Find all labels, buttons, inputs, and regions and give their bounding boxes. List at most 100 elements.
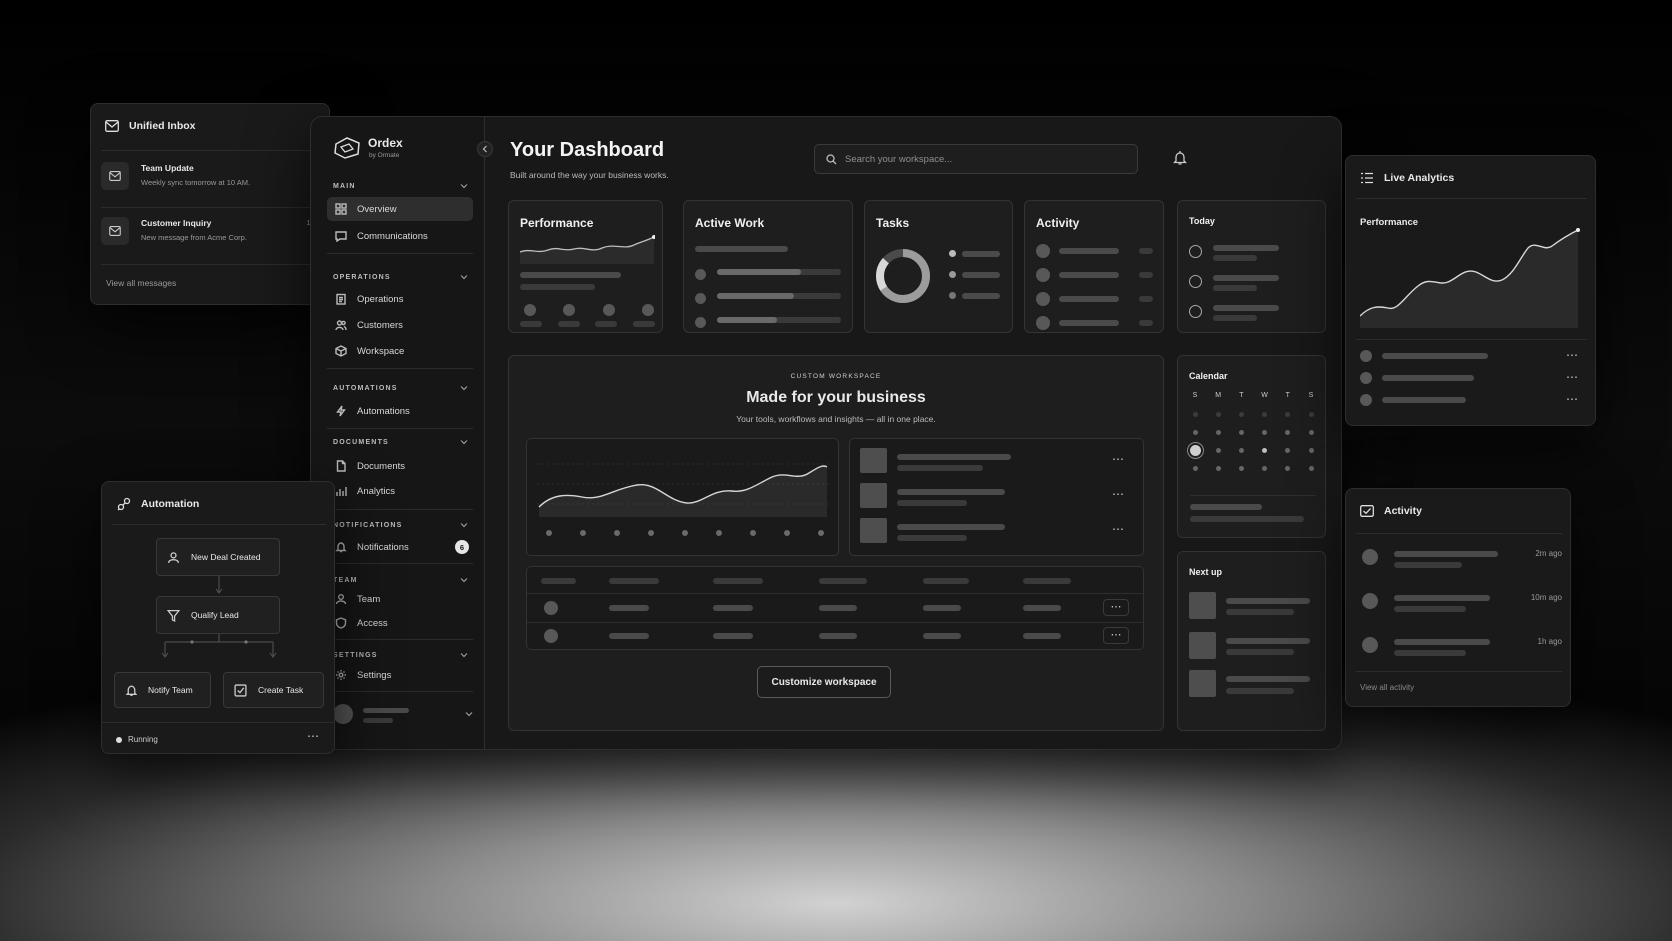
workflow-node-task[interactable]: Create Task xyxy=(223,672,324,708)
chevron-down-icon[interactable] xyxy=(460,383,468,391)
calendar-day[interactable] xyxy=(1192,429,1198,435)
calendar-day[interactable] xyxy=(1215,465,1221,471)
calendar-day[interactable] xyxy=(1308,465,1314,471)
row-menu-button[interactable]: ⋯ xyxy=(1103,599,1129,616)
message-title: Team Update xyxy=(141,163,194,173)
sidebar-item-workspace[interactable]: Workspace xyxy=(327,339,473,363)
calendar-day[interactable] xyxy=(1215,447,1221,453)
activity-time: 2m ago xyxy=(1535,549,1562,558)
sidebar-item-customers[interactable]: Customers xyxy=(327,313,473,337)
page-title: Your Dashboard xyxy=(510,139,665,161)
sidebar-item-communications[interactable]: Communications xyxy=(327,224,473,248)
activity-item[interactable]: 1h ago xyxy=(1356,629,1562,669)
calendar-day[interactable] xyxy=(1308,447,1314,453)
customize-workspace-button[interactable]: Customize workspace xyxy=(757,666,891,698)
today-checkbox[interactable] xyxy=(1189,245,1202,258)
activity-item[interactable]: 10m ago xyxy=(1356,585,1562,625)
activity-panel-title: Activity xyxy=(1384,505,1422,517)
calendar-day[interactable] xyxy=(1285,465,1291,471)
bell-icon xyxy=(125,684,138,697)
shield-icon xyxy=(335,617,347,629)
chevron-down-icon[interactable] xyxy=(460,520,468,528)
sidebar-item-overview[interactable]: Overview xyxy=(327,197,473,221)
sidebar-item-label: Communications xyxy=(357,230,428,242)
message-preview: New message from Acme Corp. xyxy=(141,233,247,242)
calendar-day[interactable] xyxy=(1262,411,1268,417)
chevron-down-icon[interactable] xyxy=(460,272,468,280)
chevron-down-icon[interactable] xyxy=(460,181,468,189)
workflow-node-notify[interactable]: Notify Team xyxy=(114,672,211,708)
calendar-day[interactable] xyxy=(1238,447,1244,453)
card-title: Today xyxy=(1189,216,1215,226)
table-row[interactable]: ⋯ xyxy=(527,594,1143,622)
row-menu-button[interactable]: ⋯ xyxy=(1103,627,1129,644)
view-all-activity-link[interactable]: View all activity xyxy=(1360,683,1414,692)
sidebar-item-team[interactable]: Team xyxy=(327,587,473,611)
card-title: Performance xyxy=(520,216,594,230)
calendar-day[interactable] xyxy=(1262,447,1268,453)
user-profile-menu[interactable] xyxy=(327,699,473,729)
activity-panel: Activity 2m ago 10m ago 1h ago View all … xyxy=(1345,488,1571,707)
sidebar-item-access[interactable]: Access xyxy=(327,611,473,635)
performance-card[interactable]: Performance xyxy=(508,200,663,333)
calendar-day[interactable] xyxy=(1285,429,1291,435)
more-options-icon[interactable]: ⋯ xyxy=(1112,522,1125,536)
calendar-day[interactable] xyxy=(1192,411,1198,417)
more-options-icon[interactable]: ⋯ xyxy=(1566,392,1579,406)
chevron-down-icon[interactable] xyxy=(460,575,468,583)
calendar-day[interactable] xyxy=(1238,429,1244,435)
calendar-day[interactable] xyxy=(1285,447,1291,453)
calendar-day[interactable] xyxy=(1262,465,1268,471)
sidebar-item-settings[interactable]: Settings xyxy=(327,663,473,687)
inbox-message[interactable]: Team Update Weekly sync tomorrow at 10 A… xyxy=(101,157,321,207)
more-options-icon[interactable]: ⋯ xyxy=(1112,452,1125,466)
calendar-day[interactable] xyxy=(1285,411,1291,417)
today-checkbox[interactable] xyxy=(1189,275,1202,288)
calendar-day[interactable] xyxy=(1192,465,1198,471)
sidebar-item-operations[interactable]: Operations xyxy=(327,287,473,311)
sidebar-item-automations[interactable]: Automations xyxy=(327,399,473,423)
calendar-day[interactable] xyxy=(1189,444,1201,456)
message-icon xyxy=(335,231,347,242)
calendar-day[interactable] xyxy=(1262,429,1268,435)
chevron-down-icon[interactable] xyxy=(460,650,468,658)
activity-card[interactable]: Activity xyxy=(1024,200,1164,333)
calendar-grid[interactable] xyxy=(1189,410,1316,486)
more-options-icon[interactable]: ⋯ xyxy=(1566,370,1579,384)
search-input[interactable]: Search your workspace... xyxy=(814,144,1138,174)
view-all-messages-link[interactable]: View all messages xyxy=(106,278,176,288)
table-row[interactable]: ⋯ xyxy=(527,623,1143,651)
activity-item[interactable]: 2m ago xyxy=(1356,541,1562,581)
more-options-icon[interactable]: ⋯ xyxy=(1566,348,1579,362)
calendar-day[interactable] xyxy=(1215,429,1221,435)
card-title: Next up xyxy=(1189,567,1223,577)
calendar-day[interactable] xyxy=(1238,411,1244,417)
today-card[interactable]: Today xyxy=(1177,200,1326,333)
notifications-button[interactable] xyxy=(1173,150,1189,166)
calendar-day[interactable] xyxy=(1308,411,1314,417)
calendar-day[interactable] xyxy=(1238,465,1244,471)
calendar-day[interactable] xyxy=(1308,429,1314,435)
workspace-list-widget[interactable]: ⋯ ⋯ ⋯ xyxy=(849,438,1144,556)
more-options-icon[interactable]: ⋯ xyxy=(1112,487,1125,501)
today-checkbox[interactable] xyxy=(1189,305,1202,318)
notifications-count-badge: 6 xyxy=(455,540,469,554)
brand-tagline: by Ormate xyxy=(369,152,400,159)
sidebar-item-documents[interactable]: Documents xyxy=(327,454,473,478)
calendar-card[interactable]: Calendar S M T W T S xyxy=(1177,355,1326,538)
workflow-node-trigger[interactable]: New Deal Created xyxy=(156,538,280,576)
calendar-day[interactable] xyxy=(1215,411,1221,417)
activity-check-icon xyxy=(1360,505,1374,517)
inbox-message[interactable]: Customer Inquiry New message from Acme C… xyxy=(101,212,321,262)
sidebar-item-analytics[interactable]: Analytics xyxy=(327,479,473,503)
workflow-node-filter[interactable]: Qualify Lead xyxy=(156,596,280,634)
tasks-card[interactable]: Tasks xyxy=(864,200,1013,333)
more-options-icon[interactable]: ⋯ xyxy=(307,729,320,743)
ordex-logo-icon xyxy=(333,136,361,160)
workspace-chart-widget[interactable] xyxy=(526,438,839,556)
sidebar-item-notifications[interactable]: Notifications 6 xyxy=(327,535,473,559)
active-work-card[interactable]: Active Work xyxy=(683,200,853,333)
collapse-sidebar-button[interactable] xyxy=(477,141,493,157)
next-up-card[interactable]: Next up xyxy=(1177,551,1326,731)
chevron-down-icon[interactable] xyxy=(460,437,468,445)
